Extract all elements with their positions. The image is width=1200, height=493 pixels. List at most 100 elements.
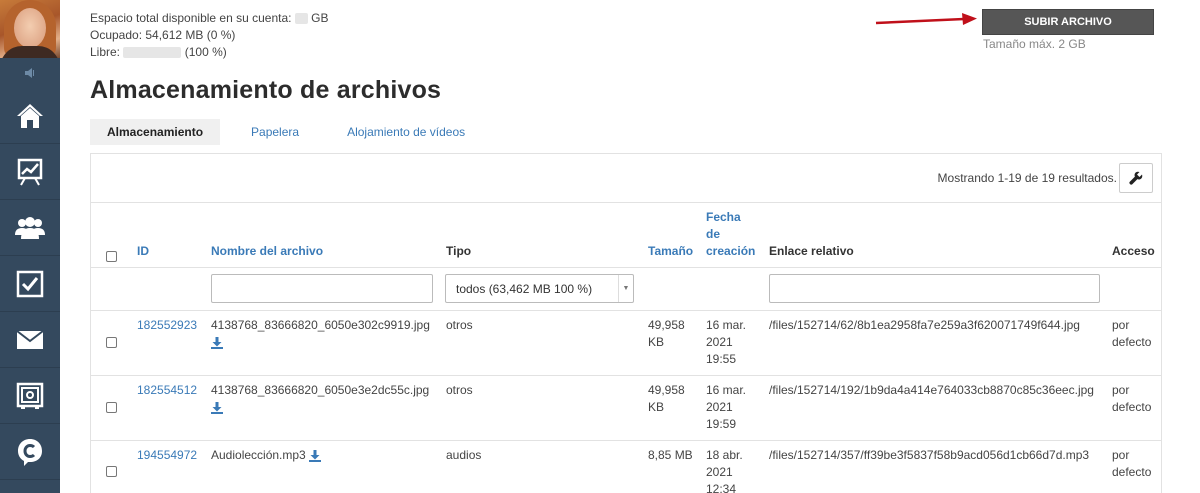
link-filter-input[interactable] (769, 274, 1100, 303)
quota-free-redacted (123, 47, 182, 59)
file-type: audios (446, 448, 482, 462)
avatar-face (14, 8, 46, 48)
file-access: por defecto (1112, 447, 1151, 481)
quota-used: Ocupado: 54,612 MB (0 %) (90, 28, 236, 42)
col-id[interactable]: ID (137, 243, 149, 260)
sidebar-toggle[interactable] (0, 58, 60, 88)
quota-free: Libre: (100 %) (90, 44, 329, 61)
wrench-icon (1129, 171, 1143, 185)
users-icon (15, 216, 45, 239)
sidebar-item-stats[interactable] (0, 144, 60, 200)
file-date: 18 abr. 2021 12:34 (706, 447, 743, 493)
col-date-line3: creación (706, 244, 756, 258)
col-link: Enlace relativo (769, 244, 854, 258)
file-size-unit: KB (648, 400, 665, 414)
file-date-day: 16 mar. (706, 383, 747, 397)
sidebar-item-home[interactable] (0, 88, 60, 144)
col-date[interactable]: Fecha de creación (706, 209, 755, 260)
mail-icon (16, 329, 44, 349)
file-id-link[interactable]: 182554512 (137, 382, 197, 399)
col-size[interactable]: Tamaño (648, 243, 693, 260)
quota-free-pct: (100 %) (184, 45, 227, 59)
file-name-text: 4138768_83666820_6050e302c9919.jpg (211, 318, 430, 332)
file-id-link[interactable]: 182552923 (137, 317, 197, 334)
file-name-text: 4138768_83666820_6050e3e2dc55c.jpg (211, 383, 430, 397)
file-date-year: 2021 (706, 465, 733, 479)
type-filter-select[interactable]: todos (63,462 MB 100 %) ▼ (445, 274, 634, 303)
home-icon (17, 103, 43, 128)
page-title: Almacenamiento de archivos (90, 76, 442, 104)
file-size-unit: KB (648, 335, 665, 349)
quota-total-unit: GB (311, 11, 329, 25)
avatar[interactable] (0, 0, 60, 58)
quota-total-label: Espacio total disponible en su cuenta: (90, 11, 292, 25)
sidebar (0, 0, 60, 493)
file-size: 8,85 MB (648, 447, 693, 464)
type-filter-value: todos (63,462 MB 100 %) (456, 281, 593, 296)
divider (91, 440, 1161, 441)
download-icon[interactable] (211, 401, 223, 414)
select-all-checkbox[interactable] (106, 251, 117, 262)
sidebar-item-storage[interactable] (0, 368, 60, 424)
file-access-line2: defecto (1112, 400, 1152, 414)
sidebar-item-chat[interactable] (0, 424, 60, 480)
name-filter-input[interactable] (211, 274, 433, 303)
file-access-line1: por (1112, 383, 1130, 397)
col-type: Tipo (446, 244, 472, 258)
file-name: Audiolección.mp3 (211, 447, 322, 464)
quota-info: Espacio total disponible en su cuenta: G… (90, 10, 329, 61)
quota-free-label: Libre: (90, 45, 121, 59)
file-name: 4138768_83666820_6050e3e2dc55c.jpg (211, 382, 429, 416)
sidebar-item-users[interactable] (0, 200, 60, 256)
file-relative-link: /files/152714/62/8b1ea2958fa7e259a3f6200… (769, 318, 1080, 332)
sidebar-item-mail[interactable] (0, 312, 60, 368)
caret-down-icon: ▼ (618, 275, 633, 302)
file-access: por defecto (1112, 382, 1151, 416)
file-date-year: 2021 (706, 400, 733, 414)
settings-button[interactable] (1119, 163, 1153, 193)
file-access: por defecto (1112, 317, 1151, 351)
tab-bar: Almacenamiento Papelera Alojamiento de v… (90, 119, 496, 145)
col-name[interactable]: Nombre del archivo (211, 243, 323, 260)
upload-file-button[interactable]: SUBIR ARCHIVO (982, 9, 1154, 35)
file-date-year: 2021 (706, 335, 733, 349)
row-checkbox[interactable] (106, 402, 117, 413)
file-size: 49,958 KB (648, 317, 685, 351)
file-type: otros (446, 318, 473, 332)
row-checkbox[interactable] (106, 337, 117, 348)
file-access-line1: por (1112, 448, 1130, 462)
row-checkbox[interactable] (106, 466, 117, 477)
chart-icon (17, 158, 43, 185)
file-name-text: Audiolección.mp3 (211, 448, 306, 462)
quota-total-redacted (294, 13, 308, 25)
file-id-link[interactable]: 194554972 (137, 447, 197, 464)
file-date-day: 18 abr. (706, 448, 743, 462)
download-icon[interactable] (309, 449, 322, 462)
file-access-line2: defecto (1112, 465, 1152, 479)
col-access: Acceso (1112, 244, 1155, 258)
sidebar-item-tasks[interactable] (0, 256, 60, 312)
quota-total: Espacio total disponible en su cuenta: G… (90, 10, 329, 27)
col-date-line2: de (706, 227, 721, 241)
chat-icon (18, 438, 42, 466)
file-date-time: 19:55 (706, 352, 737, 366)
tab-video-hosting[interactable]: Alojamiento de vídeos (330, 119, 482, 145)
files-panel: Mostrando 1-19 de 19 resultados. ID Nomb… (90, 153, 1162, 493)
file-access-line1: por (1112, 318, 1130, 332)
file-type: otros (446, 383, 473, 397)
file-name: 4138768_83666820_6050e302c9919.jpg (211, 317, 430, 351)
file-size-value: 49,958 (648, 383, 685, 397)
file-relative-link: /files/152714/192/1b9da4a414e764033cb887… (769, 383, 1094, 397)
tasks-icon (16, 270, 44, 297)
divider (91, 375, 1161, 376)
divider (91, 267, 1161, 268)
file-access-line2: defecto (1112, 335, 1152, 349)
speaker-icon (25, 68, 34, 78)
arrow-annotation-icon (875, 13, 977, 25)
file-date-time: 12:34 (706, 482, 737, 493)
storage-icon (16, 382, 44, 409)
download-icon[interactable] (211, 336, 223, 349)
tab-trash[interactable]: Papelera (234, 119, 316, 145)
tab-storage[interactable]: Almacenamiento (90, 119, 221, 145)
file-date: 16 mar. 2021 19:55 (706, 317, 746, 368)
